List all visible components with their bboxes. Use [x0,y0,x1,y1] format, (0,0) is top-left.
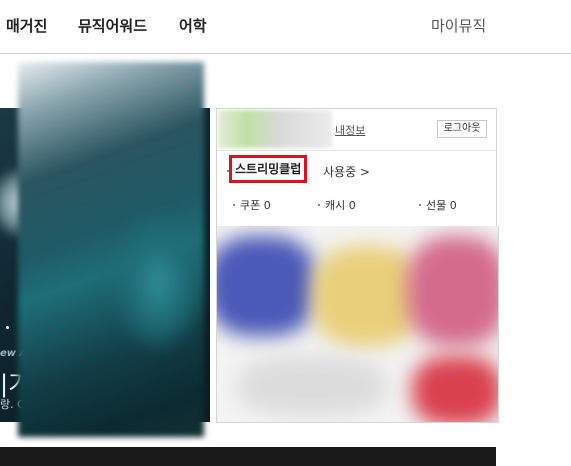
streaming-club-label[interactable]: 스트리밍클럽 [229,155,308,183]
user-info-box: 내정보 로그아웃 스트리밍클럽 사용중 > 쿠폰 0 캐시 0 선물 0 [216,108,497,228]
promo-image-part [312,246,422,346]
bullet-dot [318,204,320,206]
gift-count[interactable]: 선물 0 [426,197,457,213]
stats-row: 쿠폰 0 캐시 0 선물 0 [217,193,496,217]
streaming-club-row: 스트리밍클럽 사용중 > [217,151,496,191]
user-row: 내정보 로그아웃 [217,109,496,151]
logout-button[interactable]: 로그아웃 [437,120,487,138]
bullet-dot [419,204,421,206]
banner-overlay-highlight [113,212,203,352]
blurred-user-name [218,110,332,148]
blurred-banner-image [18,62,204,437]
nav-mymusic[interactable]: 마이뮤직 [431,15,486,36]
bottom-dark-bar [0,447,496,466]
nav-language[interactable]: 어학 [179,15,207,36]
top-navigation: 매거진 뮤직어워드 어학 마이뮤직 [0,0,571,54]
my-info-link[interactable]: 내정보 [335,122,365,138]
promo-image-part [407,236,498,346]
bullet-dot [233,204,235,206]
coupon-count[interactable]: 쿠폰 0 [240,197,271,213]
promo-image-part [237,356,387,416]
promo-image-part [217,236,317,336]
banner-indicator-dot [6,326,9,329]
promo-image-part [412,356,498,422]
nav-music-keyword[interactable]: 뮤직어워드 [78,15,147,36]
blurred-promo-banner[interactable] [216,226,499,423]
club-status-link[interactable]: 사용중 > [323,163,370,180]
nav-magazine[interactable]: 매거진 [6,15,47,36]
cash-count[interactable]: 캐시 0 [325,197,356,213]
